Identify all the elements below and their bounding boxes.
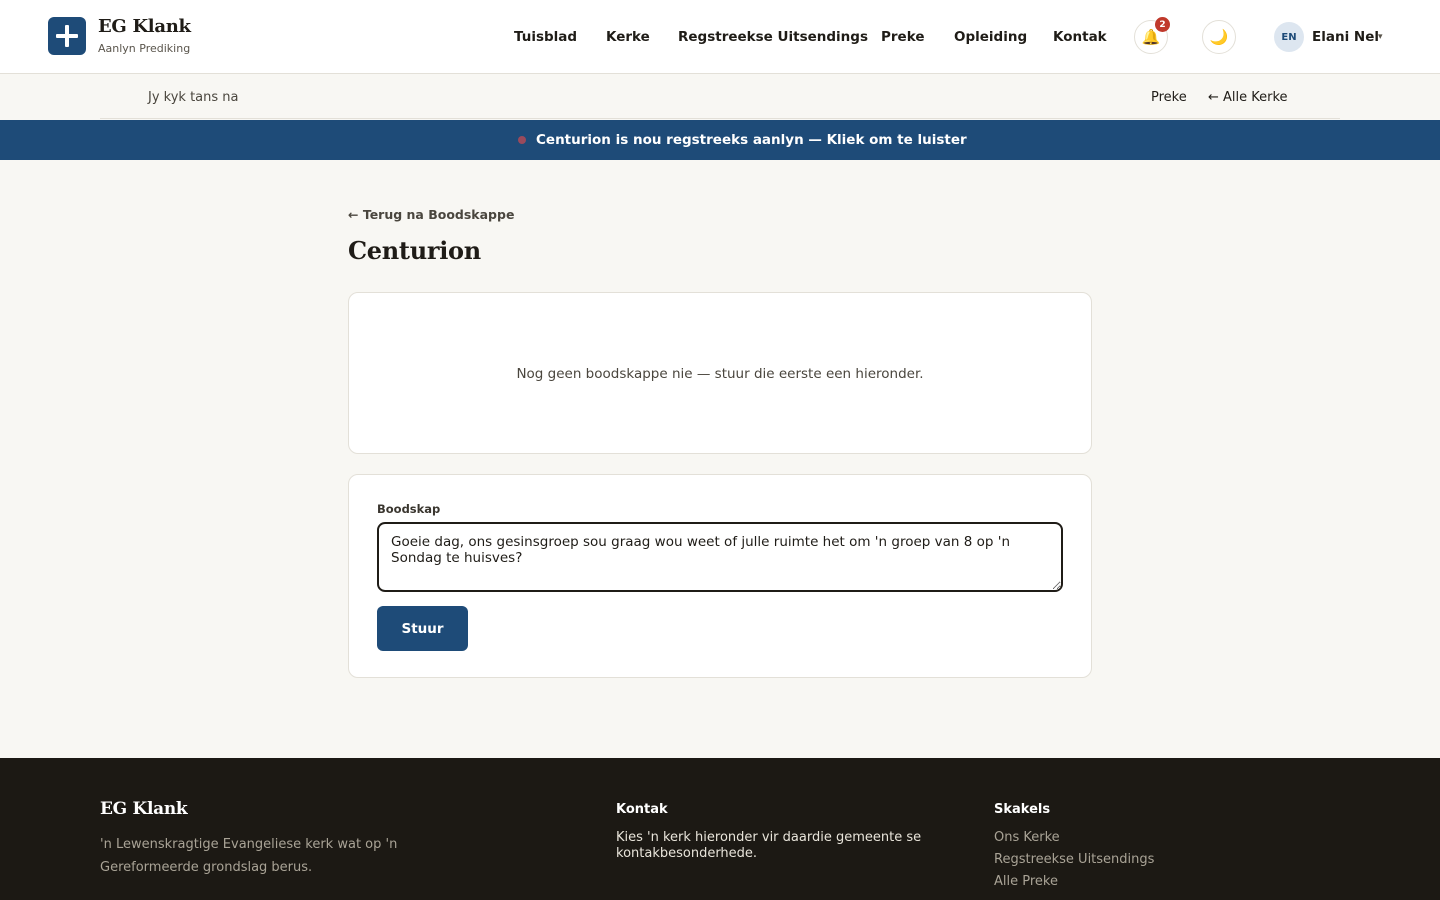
empty-state-text: Nog geen boodskappe nie — stuur die eers… xyxy=(516,366,924,382)
chevron-down-icon[interactable]: ▾ xyxy=(1378,32,1383,42)
nav-item-kontak[interactable]: Kontak xyxy=(1053,29,1107,45)
language-badge[interactable]: EN xyxy=(1274,22,1304,52)
viewing-label: Jy kyk tans na xyxy=(148,90,239,105)
moon-icon: 🌙 xyxy=(1209,28,1229,46)
page-title: Centurion xyxy=(348,236,481,265)
footer-link-alle-preke[interactable]: Alle Preke xyxy=(994,874,1058,889)
footer-links-heading: Skakels xyxy=(994,802,1051,817)
brand-name[interactable]: EG Klank xyxy=(98,16,191,37)
site-footer: EG Klank 'n Lewenskragtige Evangeliese k… xyxy=(0,758,1440,900)
messages-card: Nog geen boodskappe nie — stuur die eers… xyxy=(348,292,1092,454)
back-to-messages-link[interactable]: ← Terug na Boodskappe xyxy=(348,207,514,222)
nav-item-opleiding[interactable]: Opleiding xyxy=(954,29,1027,45)
live-banner-text[interactable]: Centurion is nou regstreeks aanlyn — Kli… xyxy=(536,132,967,148)
brand-subtitle: Aanlyn Prediking xyxy=(98,42,191,55)
context-bar: Jy kyk tans na Preke ← Alle Kerke xyxy=(100,74,1340,119)
message-field-label: Boodskap xyxy=(377,502,441,516)
message-textarea[interactable] xyxy=(377,522,1063,592)
all-churches-link[interactable]: ← Alle Kerke xyxy=(1208,90,1288,105)
send-button[interactable]: Stuur xyxy=(377,606,468,651)
notification-count-badge: 2 xyxy=(1155,17,1170,32)
footer-contact-heading: Kontak xyxy=(616,802,668,817)
nav-item-preke[interactable]: Preke xyxy=(881,29,924,45)
preke-link[interactable]: Preke xyxy=(1151,90,1187,105)
nav-item-kerke[interactable]: Kerke xyxy=(606,29,650,45)
live-dot-icon xyxy=(518,136,526,144)
nav-item-tuisblad[interactable]: Tuisblad xyxy=(514,29,577,45)
footer-link-regstreekse-uitsendings[interactable]: Regstreekse Uitsendings xyxy=(994,852,1154,867)
footer-link-ons-kerke[interactable]: Ons Kerke xyxy=(994,830,1060,845)
theme-toggle-button[interactable]: 🌙 xyxy=(1202,20,1236,54)
nav-item-regstreekse-uitsendings[interactable]: Regstreekse Uitsendings xyxy=(678,29,868,45)
site-header: EG Klank Aanlyn Prediking Tuisblad Kerke… xyxy=(0,0,1440,74)
footer-contact-text: Kies 'n kerk hieronder vir daardie gemee… xyxy=(616,830,922,861)
message-form-card: Boodskap Stuur xyxy=(348,474,1092,678)
footer-brand-name: EG Klank xyxy=(100,799,188,819)
logo-cross-icon[interactable] xyxy=(48,17,86,55)
user-menu-name[interactable]: Elani Nel xyxy=(1312,29,1379,45)
footer-tagline: 'n Lewenskragtige Evangeliese kerk wat o… xyxy=(100,837,398,875)
